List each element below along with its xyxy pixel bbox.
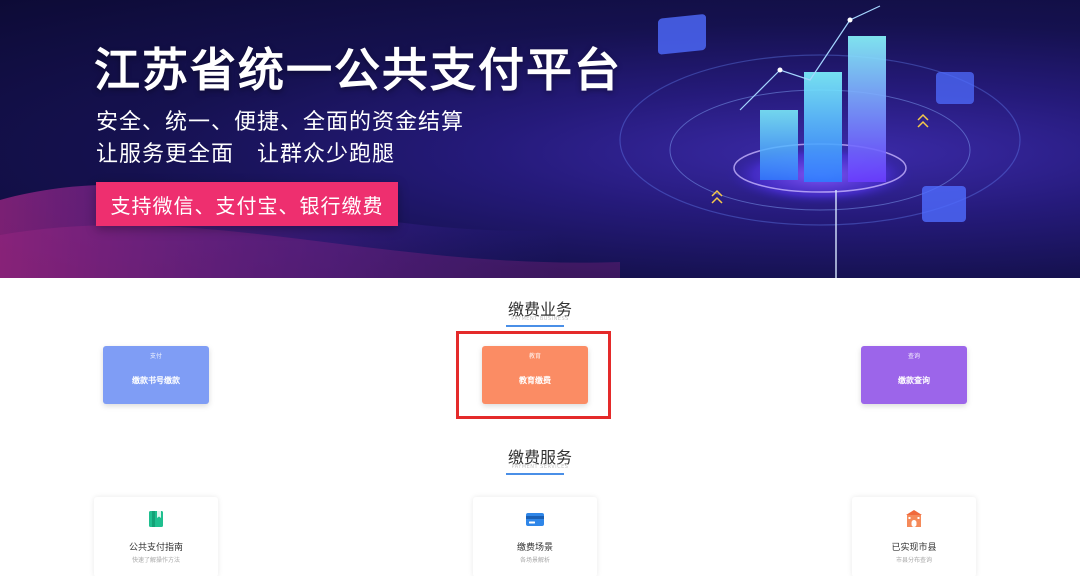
payment-by-notice-number-card[interactable]: 支付 缴款书号缴款 [103, 346, 209, 404]
card-label: 缴款查询 [898, 376, 930, 385]
payment-guide-card[interactable]: 公共支付指南 快速了解操作方法 [94, 497, 218, 576]
card-tag: 支付 [149, 353, 162, 360]
section-divider [506, 473, 564, 475]
building-icon [906, 510, 922, 527]
credit-card-icon [526, 513, 544, 526]
highlight-annotation-box [456, 331, 611, 419]
payment-scenarios-card[interactable]: 缴费场景 各场景解析 [473, 497, 597, 576]
card-label: 缴款书号缴款 [132, 376, 180, 385]
card-label: 已实现市县 [891, 543, 937, 553]
page: 江苏省统一公共支付平台 安全、统一、便捷、全面的资金结算 让服务更全面 让群众少… [0, 0, 1080, 576]
payment-query-card[interactable]: 查询 缴款查询 [861, 346, 967, 404]
covered-cities-card[interactable]: 已实现市县 市县分布查询 [852, 497, 976, 576]
card-label: 公共支付指南 [128, 543, 183, 553]
banner-subtitle-line1: 安全、统一、便捷、全面的资金结算 [96, 110, 465, 135]
banner-subtitle-line2: 让服务更全面 让群众少跑腿 [96, 142, 396, 167]
payment-services-subtitle: PAYMENT SERVICES [511, 464, 569, 470]
card-description: 各场景解析 [519, 557, 550, 564]
card-tag: 查询 [907, 353, 920, 360]
card-description: 快速了解操作方法 [131, 557, 180, 564]
banner-title: 江苏省统一公共支付平台 [94, 43, 622, 97]
section-divider [506, 325, 564, 327]
payment-business-subtitle: PAYMENT BUSINESS [511, 316, 569, 322]
book-icon [149, 511, 163, 527]
payment-methods-badge: 支持微信、支付宝、银行缴费 [96, 182, 398, 226]
card-description: 市县分布查询 [895, 557, 932, 564]
card-label: 缴费场景 [516, 543, 553, 553]
hero-banner: 江苏省统一公共支付平台 安全、统一、便捷、全面的资金结算 让服务更全面 让群众少… [0, 0, 1080, 278]
